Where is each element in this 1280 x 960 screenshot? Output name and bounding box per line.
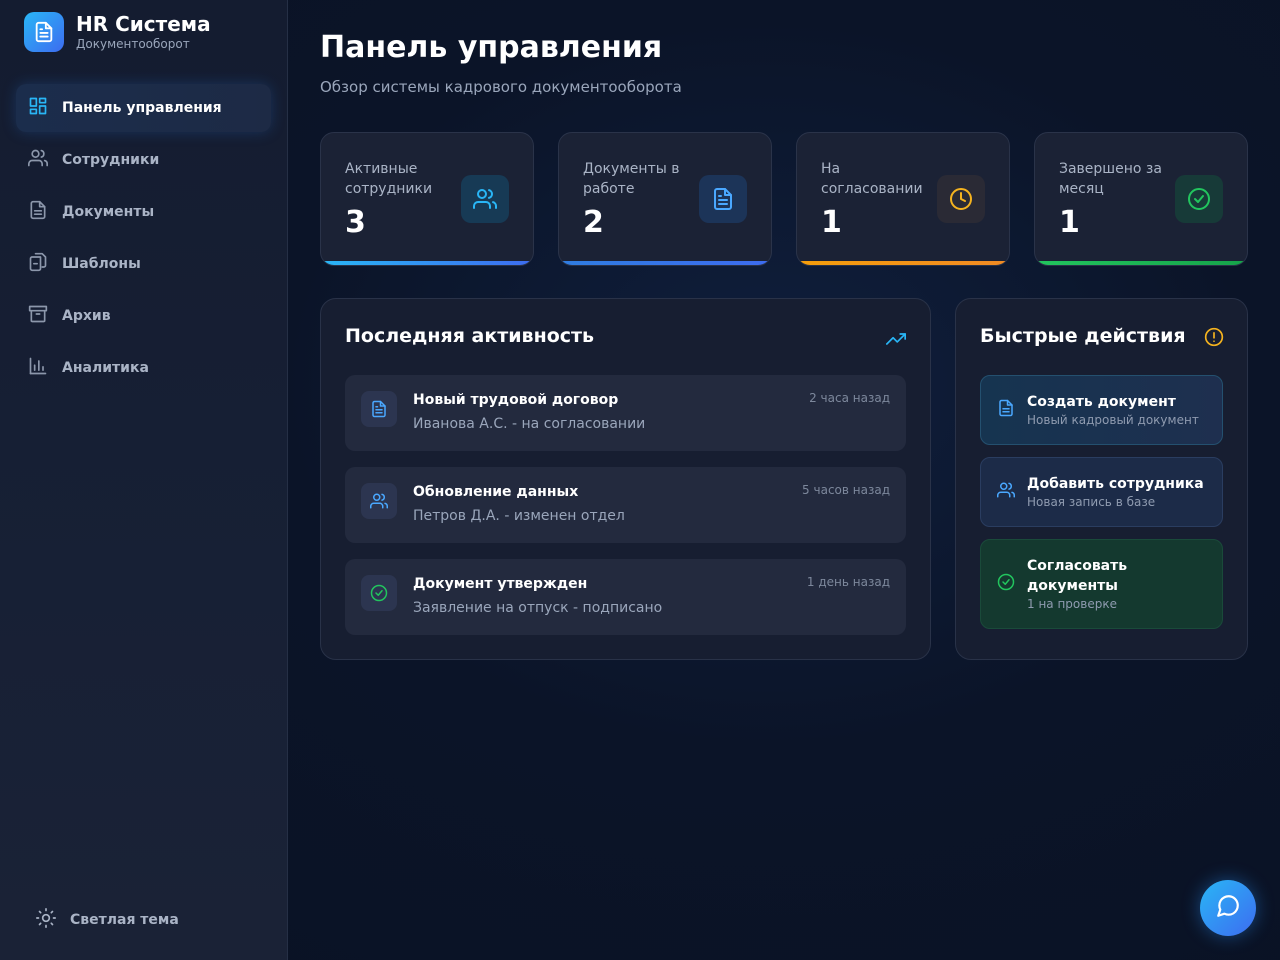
stat-card-active-employees[interactable]: Активные сотрудники 3 [320, 132, 534, 266]
stat-value: 1 [1059, 205, 1080, 240]
sidebar-item-label: Шаблоны [62, 256, 141, 272]
quick-action-subtitle: 1 на проверке [1027, 597, 1117, 611]
quick-action-title: Добавить сотрудника [1027, 476, 1204, 492]
quick-action-subtitle: Новый кадровый документ [1027, 413, 1199, 427]
sidebar-item-dashboard[interactable]: Панель управления [16, 84, 271, 132]
dashboard-icon [28, 96, 48, 120]
theme-toggle-label: Светлая тема [70, 912, 179, 928]
stat-label: Документы в работе [583, 161, 680, 197]
activity-title-text: Документ утвержден [413, 576, 588, 592]
activity-description: Петров Д.А. - изменен отдел [413, 508, 625, 524]
stats-row: Активные сотрудники 3 Документы в работе… [320, 132, 1248, 266]
quick-action-title: Согласовать документы [1027, 558, 1128, 594]
activity-time: 5 часов назад [802, 483, 890, 497]
sidebar-item-label: Аналитика [62, 360, 149, 376]
activity-time: 1 день назад [806, 575, 890, 589]
quick-action-title: Создать документ [1027, 394, 1176, 410]
sidebar-item-label: Документы [62, 204, 155, 220]
sidebar-item-label: Панель управления [62, 100, 222, 116]
clock-icon [937, 175, 985, 223]
sun-icon [36, 908, 57, 932]
activity-title-text: Новый трудовой договор [413, 392, 619, 408]
stat-accent-bar [797, 261, 1009, 265]
document-icon [997, 399, 1015, 421]
activity-item[interactable]: Обновление данных Петров Д.А. - изменен … [345, 467, 906, 543]
sidebar-item-label: Архив [62, 308, 111, 324]
quick-actions-panel: Быстрые действия Создать документ Новый … [955, 298, 1248, 660]
analytics-icon [28, 356, 48, 380]
users-icon [28, 148, 49, 172]
archive-icon [28, 304, 48, 328]
templates-icon [28, 252, 48, 276]
users-icon [997, 481, 1015, 503]
stat-card-on-approval[interactable]: На согласовании 1 [796, 132, 1010, 266]
page-title: Панель управления [320, 30, 663, 65]
sidebar-item-label: Сотрудники [62, 152, 160, 168]
stat-label: Активные сотрудники [345, 161, 433, 197]
document-icon [361, 391, 397, 427]
activity-item[interactable]: Документ утвержден Заявление на отпуск -… [345, 559, 906, 635]
stat-value: 2 [583, 205, 604, 240]
sidebar-item-archive[interactable]: Архив [16, 292, 271, 340]
brand[interactable]: HR Система Документооборот [24, 12, 211, 52]
brand-title: HR Система [76, 12, 211, 36]
check-circle-icon [1175, 175, 1223, 223]
sidebar-item-documents[interactable]: Документы [16, 188, 271, 236]
stat-card-completed-month[interactable]: Завершено за месяц 1 [1034, 132, 1248, 266]
activity-panel: Последняя активность Новый трудовой дого… [320, 298, 931, 660]
brand-subtitle: Документооборот [76, 37, 190, 51]
activity-title: Последняя активность [345, 325, 595, 347]
activity-item[interactable]: Новый трудовой договор Иванова А.С. - на… [345, 375, 906, 451]
document-icon [28, 200, 48, 224]
stat-value: 3 [345, 205, 366, 240]
sidebar-nav: Панель управления Сотрудники Документы Ш… [16, 84, 271, 396]
sidebar-item-analytics[interactable]: Аналитика [16, 344, 271, 392]
stat-card-documents-in-work[interactable]: Документы в работе 2 [558, 132, 772, 266]
activity-title-text: Обновление данных [413, 484, 579, 500]
users-icon [361, 483, 397, 519]
stat-label: Завершено за месяц [1059, 161, 1162, 197]
sidebar: HR Система Документооборот Панель управл… [0, 0, 288, 960]
stat-accent-bar [321, 261, 533, 265]
approve-documents-button[interactable]: Согласовать документы 1 на проверке [980, 539, 1223, 629]
quick-actions-title: Быстрые действия [980, 325, 1186, 347]
users-icon [461, 175, 509, 223]
chat-icon [1215, 893, 1241, 923]
trending-up-icon [886, 329, 906, 353]
quick-action-subtitle: Новая запись в базе [1027, 495, 1156, 509]
stat-accent-bar [1035, 261, 1247, 265]
activity-description: Заявление на отпуск - подписано [413, 600, 663, 616]
sidebar-item-employees[interactable]: Сотрудники [16, 136, 271, 184]
document-icon [24, 12, 64, 52]
chat-button[interactable] [1200, 880, 1256, 936]
add-employee-button[interactable]: Добавить сотрудника Новая запись в базе [980, 457, 1223, 527]
stat-label: На согласовании [821, 161, 923, 197]
create-document-button[interactable]: Создать документ Новый кадровый документ [980, 375, 1223, 445]
check-circle-icon [997, 573, 1015, 595]
stat-value: 1 [821, 205, 842, 240]
activity-time: 2 часа назад [809, 391, 890, 405]
alert-icon [1204, 327, 1224, 351]
check-circle-icon [361, 575, 397, 611]
activity-description: Иванова А.С. - на согласовании [413, 416, 646, 432]
sidebar-item-templates[interactable]: Шаблоны [16, 240, 271, 288]
theme-toggle[interactable]: Светлая тема [36, 908, 179, 932]
stat-accent-bar [559, 261, 771, 265]
page-subtitle: Обзор системы кадрового документооборота [320, 78, 682, 96]
document-icon [699, 175, 747, 223]
